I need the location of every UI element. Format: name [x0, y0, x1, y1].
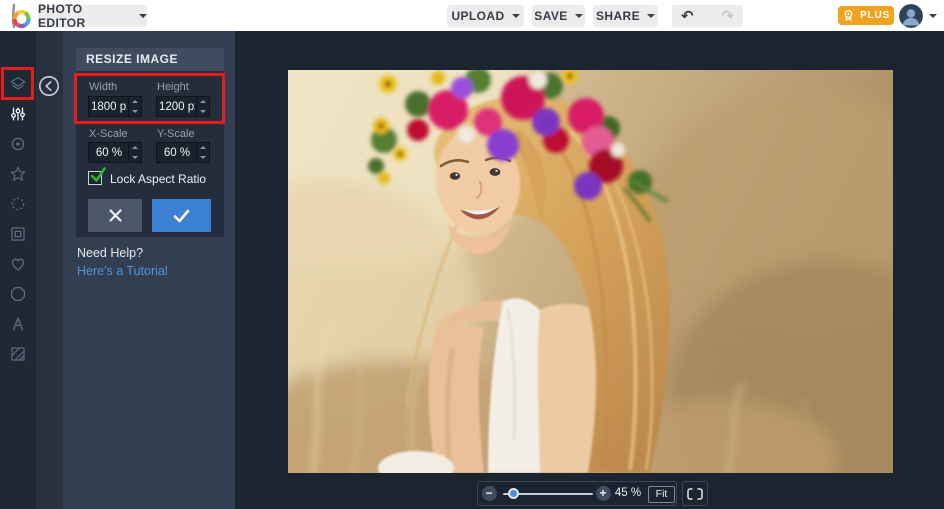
redo-icon[interactable]: ↷: [721, 9, 734, 24]
fit-screen-icon: [687, 488, 703, 500]
back-button[interactable]: [38, 75, 60, 97]
medal-icon: [842, 9, 855, 22]
width-stepper[interactable]: [128, 97, 141, 116]
user-avatar[interactable]: [899, 4, 923, 28]
zoom-percent-value: 45 %: [611, 487, 645, 499]
height-stepper[interactable]: [196, 97, 209, 116]
app-menu-button[interactable]: PHOTO EDITOR: [38, 5, 147, 27]
plus-upgrade-button[interactable]: PLUS: [838, 6, 894, 25]
xscale-stepper[interactable]: [128, 143, 141, 162]
save-label: SAVE: [534, 9, 567, 23]
zoom-out-button[interactable]: −: [482, 486, 497, 501]
tutorial-link[interactable]: Here's a Tutorial: [77, 264, 168, 278]
yscale-field: [156, 142, 210, 163]
zoom-controls: − + 45 % Fit: [477, 481, 677, 506]
share-button[interactable]: SHARE: [593, 5, 658, 27]
chevron-down-icon: [139, 14, 147, 18]
chevron-down-icon: [512, 14, 520, 18]
chevron-down-icon: [575, 14, 583, 18]
zoom-in-button[interactable]: +: [596, 486, 611, 501]
adjust-tool-icon[interactable]: [9, 105, 27, 123]
width-field: [88, 96, 142, 117]
help-heading: Need Help?: [77, 246, 143, 260]
check-icon: [173, 209, 190, 223]
fullscreen-button[interactable]: [682, 481, 708, 506]
cancel-button[interactable]: [88, 199, 142, 232]
xscale-label: X-Scale: [89, 128, 128, 140]
resize-panel-title: RESIZE IMAGE: [76, 48, 224, 71]
height-label: Height: [157, 81, 189, 93]
textures-tool-icon[interactable]: [9, 345, 27, 363]
layers-tool-icon[interactable]: [9, 75, 27, 93]
overlays-tool-icon[interactable]: [9, 285, 27, 303]
x-icon: [108, 208, 123, 223]
touchup-tool-icon[interactable]: [9, 135, 27, 153]
tools-sidebar: [0, 31, 36, 509]
yscale-stepper[interactable]: [196, 143, 209, 162]
plus-label: PLUS: [860, 10, 890, 21]
text-tool-icon[interactable]: [9, 315, 27, 333]
apply-button[interactable]: [152, 199, 211, 232]
xscale-field: [88, 142, 142, 163]
chevron-down-icon: [647, 14, 655, 18]
undo-icon[interactable]: ↶: [681, 9, 694, 24]
effects-tool-icon[interactable]: [9, 165, 27, 183]
lock-aspect-label: Lock Aspect Ratio: [110, 172, 206, 186]
app-menu-label: PHOTO EDITOR: [38, 2, 132, 30]
photo-editor-app: PHOTO EDITOR UPLOAD SAVE SHARE ↶ ↷ PLUS: [0, 0, 944, 509]
upload-label: UPLOAD: [451, 9, 504, 23]
fit-button[interactable]: Fit: [648, 486, 675, 503]
resize-panel-card: Width Height X-Scale Y-Scale: [76, 71, 224, 237]
upload-button[interactable]: UPLOAD: [447, 5, 524, 27]
zoom-slider-handle[interactable]: [508, 488, 519, 499]
lock-aspect-checkbox[interactable]: [88, 171, 102, 185]
width-label: Width: [89, 81, 117, 93]
share-label: SHARE: [596, 9, 640, 23]
account-chevron-down-icon[interactable]: [929, 14, 937, 18]
save-button[interactable]: SAVE: [532, 5, 585, 27]
frames-tool-icon[interactable]: [9, 225, 27, 243]
check-icon: [90, 167, 106, 185]
undo-redo-group: ↶ ↷: [672, 5, 743, 27]
height-field: [156, 96, 210, 117]
panel-back-strip: [36, 31, 63, 509]
yscale-label: Y-Scale: [157, 128, 195, 140]
artsy-tool-icon[interactable]: [9, 195, 27, 213]
befunky-logo-icon[interactable]: [8, 3, 32, 29]
working-image[interactable]: [288, 70, 893, 473]
top-bar: PHOTO EDITOR UPLOAD SAVE SHARE ↶ ↷ PLUS: [0, 0, 944, 31]
graphics-tool-icon[interactable]: [9, 255, 27, 273]
